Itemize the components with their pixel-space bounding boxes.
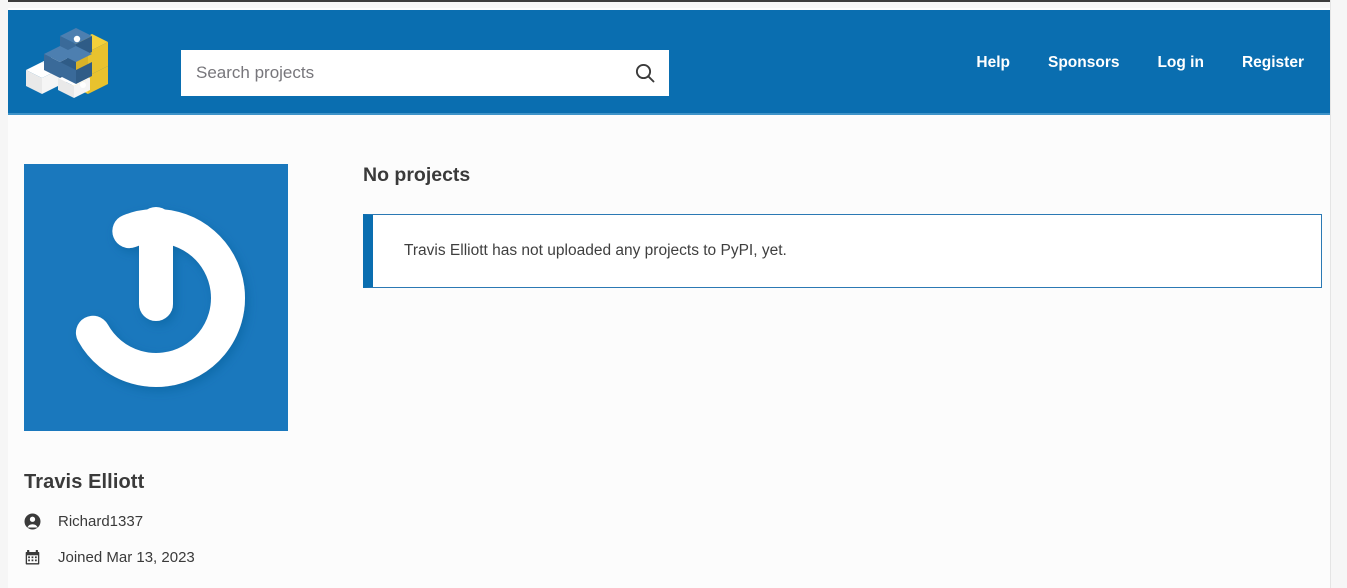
avatar (24, 164, 288, 431)
magnifier-glyph (635, 63, 655, 83)
search-box[interactable] (181, 50, 669, 96)
page-title: No projects (363, 164, 471, 186)
profile-joined-date: Joined Mar 13, 2023 (58, 549, 195, 566)
pypi-user-profile-page: Help Sponsors Log in Register (0, 0, 1347, 588)
profile-username: Richard1337 (58, 513, 144, 530)
pypi-cubes-logo-icon (26, 28, 108, 98)
nav-link-register[interactable]: Register (1242, 54, 1304, 72)
gravatar-default-avatar-icon (67, 207, 245, 387)
search-input[interactable] (182, 51, 622, 95)
search-icon[interactable] (622, 51, 668, 95)
calendar-icon (24, 549, 46, 566)
page-content: Travis Elliott Richard1337 Joined Mar 13… (8, 117, 1330, 588)
window-left-edge (0, 0, 8, 588)
nav-link-login[interactable]: Log in (1157, 54, 1204, 72)
window-top-edge (0, 0, 1347, 8)
site-header: Help Sponsors Log in Register (8, 10, 1330, 115)
no-projects-callout: Travis Elliott has not uploaded any proj… (363, 214, 1322, 288)
primary-nav: Help Sponsors Log in Register (976, 10, 1304, 115)
user-circle-glyph (24, 513, 41, 530)
scrollbar-gutter[interactable] (1330, 0, 1347, 588)
profile-sidebar: Travis Elliott Richard1337 Joined Mar 13… (24, 164, 324, 566)
projects-section: No projects Travis Elliott has not uploa… (363, 164, 1322, 288)
pypi-logo-link[interactable] (20, 28, 112, 100)
nav-link-sponsors[interactable]: Sponsors (1048, 54, 1119, 72)
profile-username-row: Richard1337 (24, 513, 324, 530)
profile-joined-row: Joined Mar 13, 2023 (24, 549, 324, 566)
user-circle-icon (24, 513, 46, 530)
no-projects-message: Travis Elliott has not uploaded any proj… (404, 242, 787, 259)
calendar-glyph (25, 550, 40, 565)
profile-name: Travis Elliott (24, 471, 145, 493)
nav-link-help[interactable]: Help (976, 54, 1010, 72)
